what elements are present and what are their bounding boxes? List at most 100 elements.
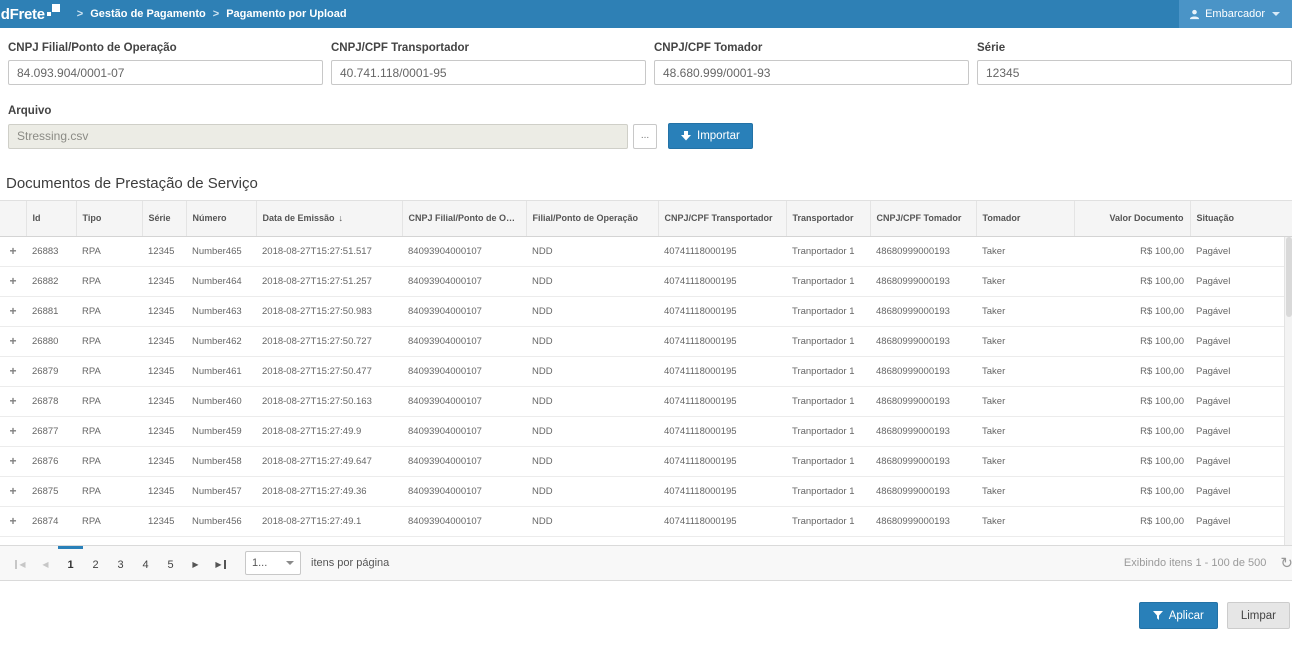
column-header-serie[interactable]: Série xyxy=(142,201,186,236)
clear-button[interactable]: Limpar xyxy=(1227,602,1290,629)
documents-grid: IdTipoSérieNúmeroData de Emissão↓ CNPJ Fi… xyxy=(0,200,1292,545)
expand-row-icon[interactable]: + xyxy=(9,304,16,318)
cell-filial: NDD xyxy=(526,356,658,386)
cell-filial: NDD xyxy=(526,326,658,356)
table-body: +26883RPA12345Number4652018-08-27T15:27:… xyxy=(0,236,1284,536)
cell-id: 26882 xyxy=(26,266,76,296)
cell-numero: Number456 xyxy=(186,506,256,536)
app-logo[interactable]: nddFrete xyxy=(0,6,60,23)
column-label: Situação xyxy=(1197,213,1235,223)
column-header-tomador[interactable]: Tomador xyxy=(976,201,1074,236)
cell-cnpj_filial: 84093904000107 xyxy=(402,296,526,326)
cell-cnpj_tomador: 48680999000193 xyxy=(870,416,976,446)
app-logo-text: nddFrete xyxy=(0,6,45,23)
breadcrumb-item[interactable]: Pagamento por Upload xyxy=(226,8,346,20)
cell-id: 26876 xyxy=(26,446,76,476)
expand-row-icon[interactable]: + xyxy=(9,484,16,498)
filter-label: CNPJ/CPF Tomador xyxy=(654,42,969,54)
breadcrumb-chevron-icon: > xyxy=(77,8,83,20)
pager-page-4[interactable]: 4 xyxy=(133,546,158,580)
pager-last-button[interactable]: ▶ xyxy=(208,546,233,580)
pager-next-button[interactable]: ▶ xyxy=(183,546,208,580)
cell-tipo: RPA xyxy=(76,326,142,356)
cell-cnpj_filial: 84093904000107 xyxy=(402,476,526,506)
page-title: Documentos de Prestação de Serviço xyxy=(6,175,1292,192)
column-header-id[interactable]: Id xyxy=(26,201,76,236)
app-root: nddFrete >Gestão de Pagamento>Pagamento … xyxy=(0,0,1292,663)
filter-field: Série xyxy=(977,42,1292,85)
filter-input[interactable] xyxy=(977,60,1292,85)
expand-row-icon[interactable]: + xyxy=(9,454,16,468)
cell-transportador: Tranportador 1 xyxy=(786,236,870,266)
vertical-scrollbar[interactable] xyxy=(1284,237,1292,545)
expand-row-icon[interactable]: + xyxy=(9,514,16,528)
column-header-tipo[interactable]: Tipo xyxy=(76,201,142,236)
cell-valor: R$ 100,00 xyxy=(1074,296,1190,326)
cell-cnpj_filial: 84093904000107 xyxy=(402,356,526,386)
cell-cnpj_tomador: 48680999000193 xyxy=(870,296,976,326)
breadcrumb-item[interactable]: Gestão de Pagamento xyxy=(90,8,206,20)
pager-prev-button[interactable]: ◀ xyxy=(33,546,58,580)
column-header-filial[interactable]: Filial/Ponto de Operação xyxy=(526,201,658,236)
column-header-data_emissao[interactable]: Data de Emissão↓ xyxy=(256,201,402,236)
cell-transportador: Tranportador 1 xyxy=(786,416,870,446)
pager-first-button[interactable]: ◀ xyxy=(8,546,33,580)
column-header-cnpj_transportador[interactable]: CNPJ/CPF Transportador xyxy=(658,201,786,236)
download-arrow-icon xyxy=(681,131,691,141)
column-header-situacao[interactable]: Situação xyxy=(1190,201,1284,236)
cell-tipo: RPA xyxy=(76,476,142,506)
cell-situacao: Pagável xyxy=(1190,386,1284,416)
cell-numero: Number463 xyxy=(186,296,256,326)
pager-info: Exibindo itens 1 - 100 de 500 xyxy=(1124,557,1267,569)
column-header-cnpj_filial[interactable]: CNPJ Filial/Ponto de Operaç... xyxy=(402,201,526,236)
cell-tomador: Taker xyxy=(976,446,1074,476)
import-button[interactable]: Importar xyxy=(668,123,753,149)
cell-transportador: Tranportador 1 xyxy=(786,476,870,506)
pager-page-3[interactable]: 3 xyxy=(108,546,133,580)
expand-cell: + xyxy=(0,416,26,446)
cell-filial: NDD xyxy=(526,296,658,326)
page-size-select[interactable]: 1... xyxy=(245,551,301,575)
pager-page-5[interactable]: 5 xyxy=(158,546,183,580)
expand-row-icon[interactable]: + xyxy=(9,334,16,348)
cell-serie: 12345 xyxy=(142,266,186,296)
cell-filial: NDD xyxy=(526,506,658,536)
cell-cnpj_filial: 84093904000107 xyxy=(402,386,526,416)
scrollbar-corner xyxy=(1284,201,1292,237)
user-menu[interactable]: Embarcador xyxy=(1179,0,1292,28)
expand-cell: + xyxy=(0,356,26,386)
expand-row-icon[interactable]: + xyxy=(9,364,16,378)
filter-input[interactable] xyxy=(654,60,969,85)
logo-mark-icon xyxy=(47,4,60,17)
apply-button[interactable]: Aplicar xyxy=(1139,602,1218,629)
expand-row-icon[interactable]: + xyxy=(9,274,16,288)
cell-transportador: Tranportador 1 xyxy=(786,326,870,356)
expand-row-icon[interactable]: + xyxy=(9,424,16,438)
cell-cnpj_tomador: 48680999000193 xyxy=(870,356,976,386)
column-header-valor[interactable]: Valor Documento xyxy=(1074,201,1190,236)
cell-transportador: Tranportador 1 xyxy=(786,386,870,416)
expand-row-icon[interactable]: + xyxy=(9,244,16,258)
cell-numero: Number457 xyxy=(186,476,256,506)
browse-button[interactable]: ... xyxy=(633,124,657,149)
scrollbar-thumb[interactable] xyxy=(1286,237,1292,317)
cell-tipo: RPA xyxy=(76,506,142,536)
column-header-transportador[interactable]: Transportador xyxy=(786,201,870,236)
cell-cnpj_tomador: 48680999000193 xyxy=(870,266,976,296)
cell-data_emissao: 2018-08-27T15:27:49.647 xyxy=(256,446,402,476)
refresh-icon[interactable]: ↻ xyxy=(1280,554,1292,572)
column-header-cnpj_tomador[interactable]: CNPJ/CPF Tomador xyxy=(870,201,976,236)
pager-page-2[interactable]: 2 xyxy=(83,546,108,580)
column-label: CNPJ Filial/Ponto de Operaç... xyxy=(409,213,527,223)
filter-row: CNPJ Filial/Ponto de OperaçãoCNPJ/CPF Tr… xyxy=(0,28,1292,85)
filter-input[interactable] xyxy=(331,60,646,85)
column-header-numero[interactable]: Número xyxy=(186,201,256,236)
filter-input[interactable] xyxy=(8,60,323,85)
expand-row-icon[interactable]: + xyxy=(9,394,16,408)
pager-page-1[interactable]: 1 xyxy=(58,546,83,580)
cell-cnpj_transportador: 40741118000195 xyxy=(658,266,786,296)
cell-cnpj_filial: 84093904000107 xyxy=(402,266,526,296)
cell-situacao: Pagável xyxy=(1190,356,1284,386)
expand-cell: + xyxy=(0,476,26,506)
cell-cnpj_tomador: 48680999000193 xyxy=(870,326,976,356)
